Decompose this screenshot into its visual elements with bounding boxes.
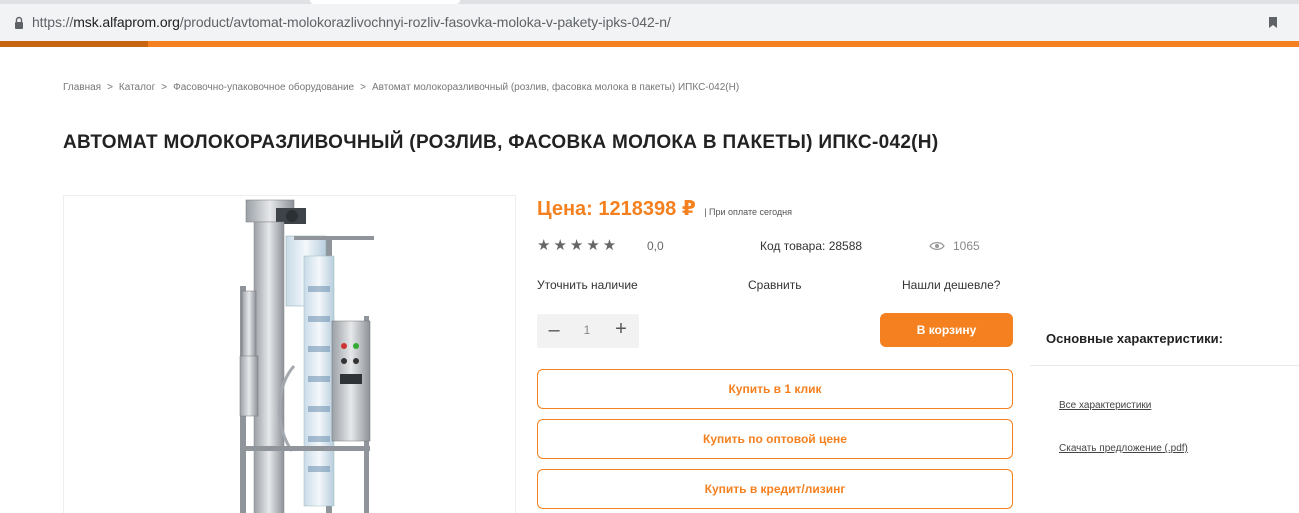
address-bar[interactable]: https://msk.alfaprom.org/product/avtomat… (0, 4, 1299, 42)
breadcrumb-separator: > (161, 82, 168, 93)
quantity-minus-button[interactable]: – (543, 319, 565, 342)
price: Цена: 1218398 ₽ (537, 198, 696, 220)
compare-link[interactable]: Сравнить (748, 278, 801, 292)
page-title: АВТОМАТ МОЛОКОРАЗЛИВОЧНЫЙ (РОЗЛИВ, ФАСОВ… (63, 132, 939, 153)
site-header-bar-accent (0, 41, 148, 47)
rating-stars[interactable]: ★★★★★ (537, 236, 619, 254)
lock-icon (15, 16, 23, 29)
product-meta-row: ★★★★★ 0,0 Код товара: 28588 1065 (537, 236, 1027, 256)
url-path: /product/avtomat-molokorazlivochnyi-rozl… (179, 14, 671, 30)
buy-credit-button[interactable]: Купить в кредит/лизинг (537, 469, 1013, 509)
product-sku: Код товара: 28588 (760, 239, 863, 253)
product-machine-illustration (239, 199, 374, 513)
download-offer-link[interactable]: Скачать предложение (.pdf) (1059, 443, 1188, 454)
breadcrumb-separator: > (107, 82, 113, 93)
product-links-row: Уточнить наличие Сравнить Нашли дешевле? (537, 278, 1017, 296)
breadcrumb-catalog[interactable]: Каталог (119, 82, 155, 93)
rating-value: 0,0 (647, 239, 664, 253)
breadcrumb-current: Автомат молокоразливочный (розлив, фасов… (371, 82, 740, 93)
quantity-value[interactable]: 1 (577, 323, 597, 337)
bookmark-icon[interactable] (1269, 17, 1277, 28)
breadcrumb-separator: > (360, 82, 366, 93)
found-cheaper-link[interactable]: Нашли дешевле? (902, 278, 1000, 292)
characteristics-divider (1030, 365, 1299, 366)
url-prefix: https:// (32, 14, 74, 30)
site-header-bar (0, 41, 1299, 47)
breadcrumb-category[interactable]: Фасовочно-упаковочное оборудование (173, 82, 354, 93)
view-count-value: 1065 (953, 239, 980, 253)
all-characteristics-link[interactable]: Все характеристики (1059, 400, 1151, 411)
add-to-cart-button[interactable]: В корзину (880, 313, 1013, 347)
eye-icon (929, 242, 945, 250)
quantity-plus-button[interactable]: + (609, 318, 633, 341)
check-availability-link[interactable]: Уточнить наличие (537, 278, 638, 292)
url-host: msk.alfaprom.org (73, 14, 180, 30)
buy-one-click-button[interactable]: Купить в 1 клик (537, 369, 1013, 409)
characteristics-title: Основные характеристики: (1046, 331, 1224, 346)
price-note: | При оплате сегодня (704, 207, 792, 217)
url-text[interactable]: https://msk.alfaprom.org/product/avtomat… (32, 14, 671, 30)
price-row: Цена: 1218398 ₽ | При оплате сегодня (537, 196, 792, 221)
quantity-stepper[interactable]: – 1 + (537, 314, 639, 348)
breadcrumb: Главная > Каталог > Фасовочно-упаковочное об… (63, 82, 739, 93)
buy-wholesale-button[interactable]: Купить по оптовой цене (537, 419, 1013, 459)
product-image[interactable] (63, 195, 516, 513)
view-count: 1065 (929, 239, 980, 253)
breadcrumb-home[interactable]: Главная (63, 82, 101, 93)
